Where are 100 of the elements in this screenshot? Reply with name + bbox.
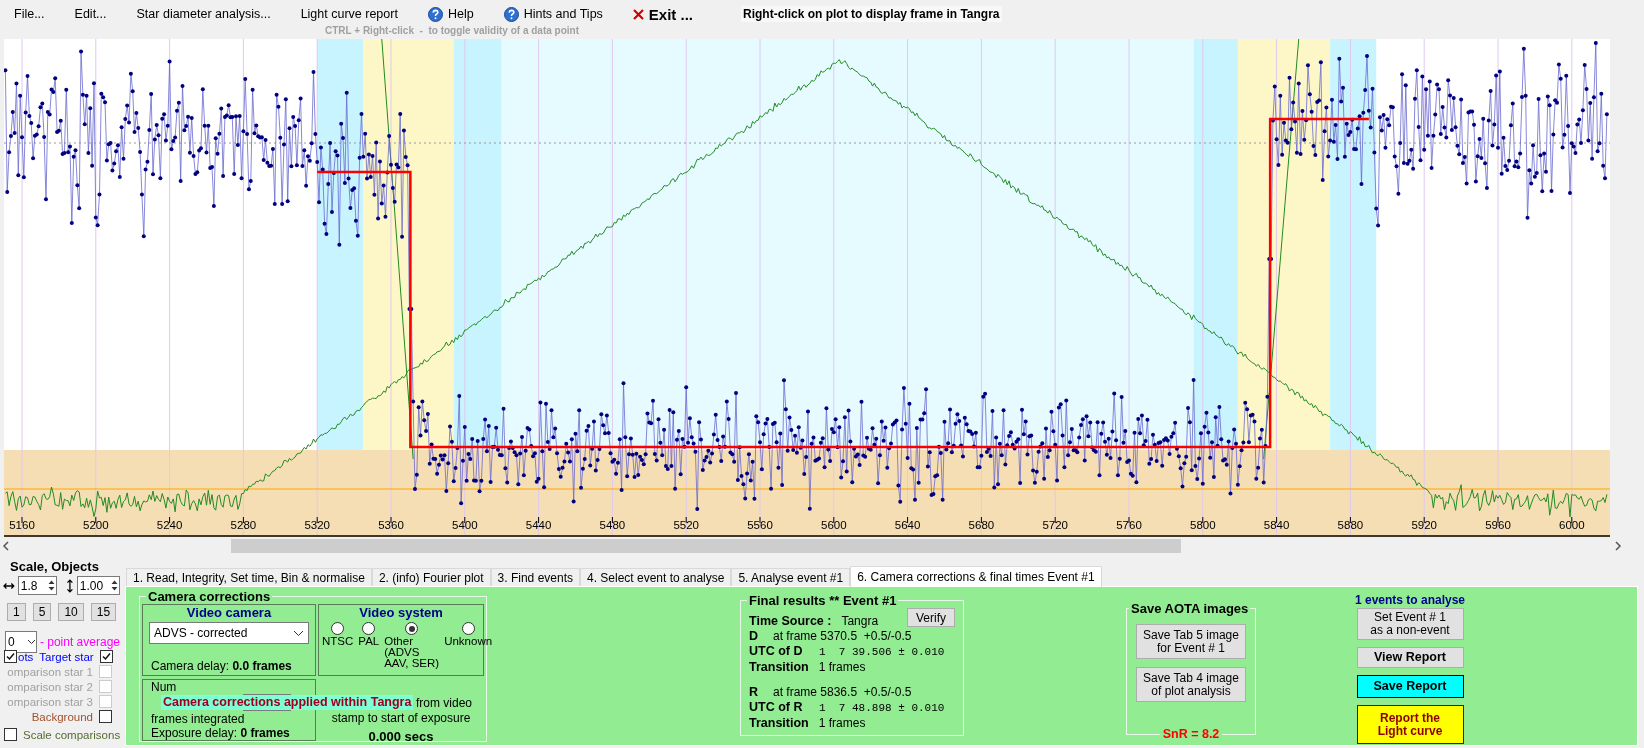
checkbox[interactable] <box>99 650 113 663</box>
checkbox[interactable] <box>4 650 17 663</box>
help-icon <box>503 6 519 22</box>
checkbox[interactable] <box>99 710 112 723</box>
vertical-scale-spinner[interactable]: 1.00 <box>76 576 120 595</box>
tick-label: 5840 <box>1263 519 1290 531</box>
action-button[interactable]: View Report <box>1356 647 1464 668</box>
transition-value: 1 frames <box>818 660 866 675</box>
group-title: Final results ** Event #1 <box>748 593 898 608</box>
spinner-arrows-icon[interactable] <box>47 578 56 593</box>
tick-label: 5880 <box>1337 519 1364 531</box>
tab[interactable]: 3. Find events <box>490 568 580 586</box>
tick-label: 5200 <box>83 519 109 531</box>
exposure-delay-text: Exposure delay: 0 frames <box>151 726 291 740</box>
tick-label: 5560 <box>747 519 773 531</box>
light-curve-plot[interactable]: 5160 5200 5240 5280 5320 5360 5400 5440 5480 5520 5560 5600 5640 5680 5720 5760 5800 5840 5880 5920 5960 6000 <box>4 39 1610 537</box>
object-label: Background <box>31 710 93 723</box>
zoom-button[interactable]: 10 <box>58 603 84 621</box>
tick-label: 5440 <box>525 519 552 531</box>
tab[interactable]: 4. Select event to analyse <box>580 568 732 586</box>
tick-label: 6000 <box>1559 519 1585 531</box>
action-button[interactable]: Save Report <box>1356 675 1464 698</box>
events-count: 1 events to analyse <box>1354 593 1466 607</box>
point-average-label: - point average <box>39 635 120 649</box>
zoom-button[interactable]: 5 <box>32 603 52 621</box>
menu-item[interactable]: Edit... <box>74 5 107 23</box>
field-label: UTC of R <box>749 700 804 715</box>
event-letter: R <box>749 685 760 700</box>
snr-value: SnR = 8.2 <box>1159 727 1223 741</box>
group-title: Video camera <box>185 605 273 620</box>
object-label: omparison star 2 <box>7 680 93 693</box>
scale-objects-title: Scale, Objects <box>9 559 100 574</box>
camera-delay-text: Camera delay: 0.0 frames <box>151 659 293 673</box>
horizontal-arrows-icon <box>3 580 15 591</box>
chevron-down-icon <box>293 629 304 637</box>
menu-item[interactable]: File... <box>14 5 45 23</box>
menu-item[interactable]: Exit ... <box>632 3 694 25</box>
tick-label: 5680 <box>968 519 995 531</box>
tick-label: 5640 <box>894 519 921 531</box>
tooltip: Camera corrections applied within Tangra <box>161 695 414 710</box>
menu-item[interactable]: Hints and Tips <box>503 4 603 24</box>
verify-button[interactable]: Verify <box>907 608 955 627</box>
tick-label: 5280 <box>230 519 257 531</box>
tick-label: 5920 <box>1411 519 1437 531</box>
menu-item[interactable]: Help <box>427 4 474 24</box>
field-label: Transition <box>749 716 809 731</box>
radio-button[interactable] <box>405 622 419 635</box>
toggle-hint: CTRL + Right-click - to toggle validity of a data point <box>324 25 580 36</box>
menu-item[interactable]: Light curve report <box>300 5 398 23</box>
radio-label: Other (ADVS AAV, SER) <box>384 636 440 669</box>
zoom-button[interactable]: 15 <box>90 603 117 621</box>
zoom-button[interactable]: 1 <box>7 603 26 621</box>
tick-label: 5480 <box>599 519 626 531</box>
object-label: omparison star 1 <box>7 665 93 678</box>
tick-label: 5520 <box>673 519 699 531</box>
field-label: UTC of D <box>749 644 804 659</box>
tab[interactable]: 5. Analyse event #1 <box>731 568 851 586</box>
integration-label: frames integrated <box>151 713 245 726</box>
close-icon <box>632 8 644 20</box>
integration-label: Num <box>151 681 177 694</box>
action-button[interactable]: Report the Light curve <box>1356 705 1464 744</box>
menu-item[interactable]: Star diameter analysis... <box>136 5 271 23</box>
dots-label: ots <box>18 650 34 663</box>
field-label: Transition <box>749 660 809 675</box>
radio-button[interactable] <box>461 622 475 635</box>
save-image-button[interactable]: Save Tab 5 image for Event # 1 <box>1136 624 1246 659</box>
save-image-button[interactable]: Save Tab 4 image of plot analysis <box>1136 667 1246 702</box>
scroll-right-icon[interactable] <box>1612 540 1624 552</box>
tab[interactable]: 2. (info) Fourier plot <box>371 568 491 586</box>
tick-label: 5960 <box>1485 519 1511 531</box>
scroll-left-icon[interactable] <box>0 540 12 552</box>
help-icon <box>427 6 443 22</box>
radio-label: PAL <box>358 636 380 647</box>
plot-hint: Right-click on plot to display frame in Tangra <box>741 6 1002 22</box>
point-average-dropdown[interactable]: 0 <box>5 631 37 653</box>
object-label: omparison star 3 <box>7 695 93 708</box>
utc-value: 1 7 48.898 ± 0.010 <box>819 701 945 716</box>
radio-label: NTSC <box>322 636 354 647</box>
scale-comparisons-label: Scale comparisons <box>23 728 121 741</box>
tick-label: 5760 <box>1116 519 1142 531</box>
utc-value: 1 7 39.506 ± 0.010 <box>819 645 945 660</box>
camera-dropdown[interactable]: ADVS - corrected <box>149 622 309 644</box>
horizontal-scale-spinner[interactable]: 1.8 <box>17 576 57 595</box>
offset-text: from video <box>415 696 472 711</box>
radio-label: Unknown <box>444 636 493 647</box>
scrollbar-thumb[interactable] <box>231 539 1181 553</box>
group-title: Video system <box>358 605 444 620</box>
tab[interactable]: 6. Camera corrections & final times Event #1 <box>850 566 1102 587</box>
offset-value: 0.000 secs <box>368 729 434 744</box>
chevron-down-icon <box>26 639 36 645</box>
radio-button[interactable] <box>331 622 345 635</box>
tab[interactable]: 1. Read, Integrity, Set time, Bin & normalise <box>126 568 372 586</box>
event-frame: at frame 5836.5 +0.5/-0.5 <box>773 685 912 700</box>
object-label: Target star <box>39 650 94 663</box>
spinner-arrows-icon[interactable] <box>110 578 119 593</box>
checkbox[interactable] <box>4 728 17 741</box>
action-button[interactable]: Set Event # 1 as a non-event <box>1356 608 1464 640</box>
radio-button[interactable] <box>362 622 376 635</box>
time-source-value: Tangra <box>841 614 879 629</box>
vertical-arrows-icon <box>66 578 74 593</box>
